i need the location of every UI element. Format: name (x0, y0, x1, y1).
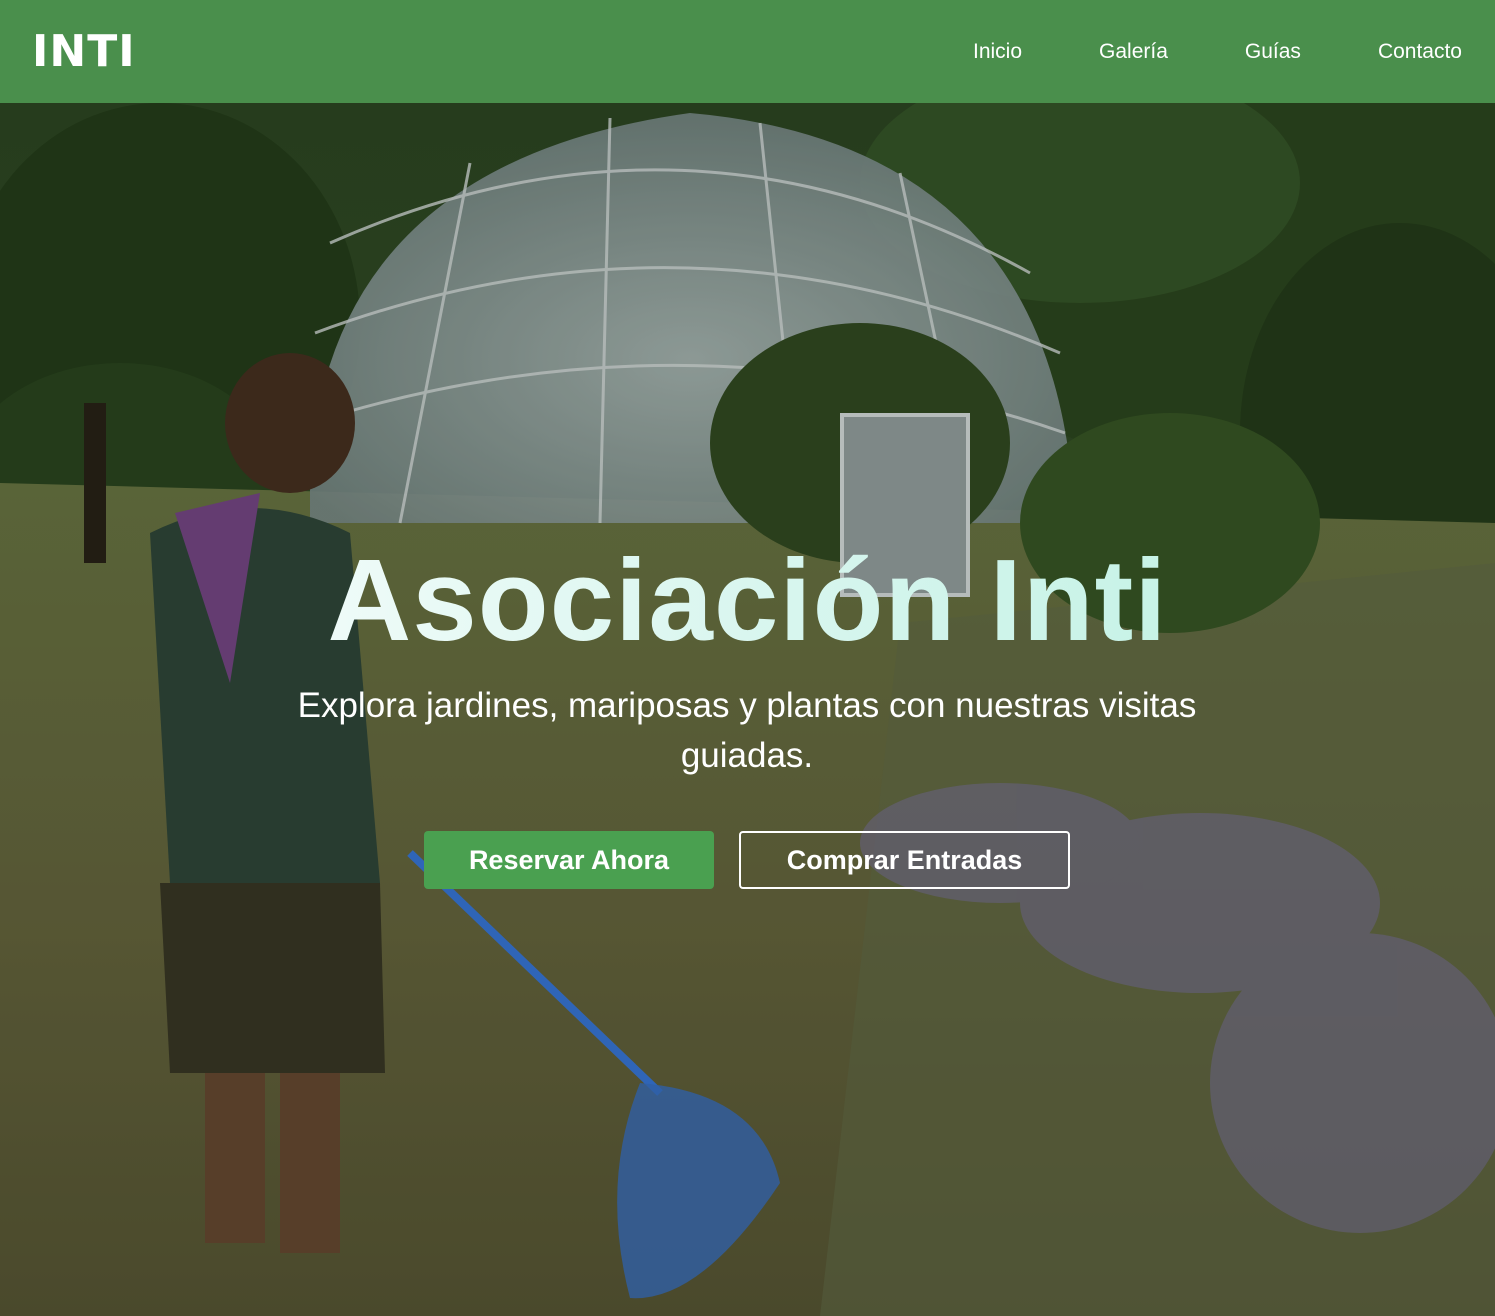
nav-item-contacto[interactable]: Contacto (1378, 40, 1462, 64)
nav-item-inicio[interactable]: Inicio (973, 40, 1022, 64)
nav-item-galeria[interactable]: Galería (1099, 40, 1168, 64)
nav-links: Inicio Galería Guías Contacto (896, 40, 1462, 64)
site-logo[interactable]: INTI (32, 26, 136, 77)
navbar: INTI Inicio Galería Guías Contacto (0, 0, 1495, 103)
nav-item-guias[interactable]: Guías (1245, 40, 1301, 64)
hero-content: Asociación Inti Explora jardines, maripo… (0, 103, 1495, 1316)
hero-section: Asociación Inti Explora jardines, maripo… (0, 103, 1495, 1316)
hero-title: Asociación Inti (0, 533, 1495, 667)
hero-subtitle: Explora jardines, mariposas y plantas co… (297, 686, 1197, 775)
buy-tickets-button[interactable]: Comprar Entradas (739, 831, 1070, 889)
reserve-now-button[interactable]: Reservar Ahora (424, 831, 714, 889)
